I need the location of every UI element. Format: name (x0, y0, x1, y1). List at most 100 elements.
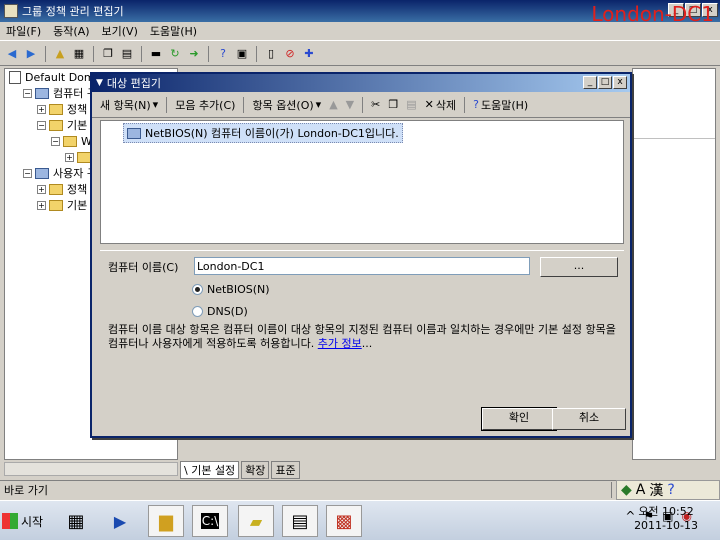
chevron-down-icon: ▾ (315, 98, 322, 111)
refresh-icon[interactable]: ↻ (167, 46, 183, 62)
dns-option[interactable]: DNS(D) (192, 305, 248, 318)
gpo-editor-icon (4, 4, 18, 18)
folder-icon (49, 199, 63, 211)
tab-preferences[interactable]: \ 기본 설정 (180, 461, 240, 479)
dialog-help-button[interactable]: ? 도움말(H) (473, 97, 528, 113)
details-pane[interactable] (632, 68, 716, 460)
taskbar: 시작 ▦ ▶ ▆ C:\ ▰ ▤ ▩ ^ ⚑ ▣ ◉ 오전 10:52 2011… (0, 500, 720, 540)
dialog-close-button[interactable]: x (613, 76, 627, 89)
export-icon[interactable]: ➜ (186, 46, 202, 62)
cancel-button[interactable]: 취소 (552, 408, 626, 430)
tree-item-label: 정책 (67, 183, 88, 196)
forward-arrow-icon[interactable]: ▶ (23, 46, 39, 62)
windows-logo-icon (2, 513, 18, 529)
gpo-management-icon[interactable]: ▤ (282, 505, 318, 537)
show-tree-icon[interactable]: ▦ (71, 46, 87, 62)
cut-icon[interactable]: ✂ (371, 98, 380, 111)
help-icon[interactable]: ? (215, 46, 231, 62)
collapse-icon[interactable]: − (23, 168, 32, 178)
menu-view[interactable]: 보기(V) (96, 23, 144, 39)
help-icon[interactable]: ? (667, 482, 674, 498)
toolbox-icon[interactable]: ▩ (326, 505, 362, 537)
policy-icon (9, 70, 21, 84)
dialog-title: 대상 편집기 (106, 77, 162, 90)
netbios-option[interactable]: NetBIOS(N) (192, 283, 270, 296)
item-description: 컴퓨터 이름 대상 항목은 컴퓨터 이름이 대상 항목의 지정된 컴퓨터 이름과… (108, 323, 618, 351)
collapse-icon[interactable]: − (51, 136, 60, 146)
details-pane-header (633, 69, 715, 139)
menu-action[interactable]: 동작(A) (47, 23, 95, 39)
copy-icon[interactable]: ❐ (100, 46, 116, 62)
help-icon: ? (473, 98, 479, 111)
expand-icon[interactable]: + (37, 104, 46, 114)
tree-item-label: 기본 (67, 119, 88, 132)
chevron-down-icon: ▾ (152, 98, 159, 111)
computer-name-input[interactable] (194, 257, 530, 275)
more-info-link[interactable]: 추가 정보 (318, 337, 362, 350)
stop-icon[interactable]: ⊘ (282, 46, 298, 62)
move-up-button[interactable]: ▲ (329, 98, 337, 111)
toolbar-separator (45, 45, 46, 62)
language-bar[interactable]: ◆ A 漢 ? (616, 480, 720, 500)
clock[interactable]: 오전 10:52 2011-10-13 (634, 505, 698, 533)
collapse-icon[interactable]: − (37, 120, 46, 130)
dialog-maximize-button[interactable]: □ (598, 76, 612, 89)
dialog-toolbar: 새 항목(N) ▾ 모음 추가(C) 항목 옵션(O) ▾ ▲ ▼ ✂ ❐ ▤ … (92, 92, 630, 118)
paste-icon[interactable]: ▤ (406, 98, 416, 111)
console-icon[interactable]: ▣ (234, 46, 250, 62)
expand-icon[interactable]: + (37, 184, 46, 194)
tab-standard[interactable]: 표준 (271, 461, 300, 479)
start-button[interactable]: 시작 (2, 509, 43, 533)
command-prompt-icon[interactable]: C:\ (192, 505, 228, 537)
server-manager-icon[interactable]: ▦ (58, 505, 94, 537)
print-icon[interactable]: ▬ (148, 46, 164, 62)
menu-help[interactable]: 도움말(H) (144, 23, 203, 39)
explorer-icon[interactable]: ▆ (148, 505, 184, 537)
more-info-suffix: ... (361, 337, 373, 350)
item-options-menu[interactable]: 항목 옵션(O) ▾ (252, 97, 321, 113)
notepad-icon[interactable]: ▰ (238, 505, 274, 537)
ime-mode-a[interactable]: A (636, 482, 646, 498)
status-bar: 바로 가기 (0, 480, 720, 498)
ime-icon[interactable]: ◆ (621, 482, 632, 498)
tree-scrollbar[interactable] (4, 462, 178, 476)
dns-label: DNS(D) (207, 305, 248, 318)
move-down-button[interactable]: ▼ (346, 98, 354, 111)
ok-button[interactable]: 확인 (481, 407, 557, 431)
tree-item-label: Default Dom (25, 70, 95, 84)
up-folder-icon[interactable]: ▲ (52, 46, 68, 62)
computer-icon (35, 87, 49, 99)
expand-icon[interactable]: + (65, 152, 74, 162)
toolbar-separator (141, 45, 142, 62)
tab-extended[interactable]: 확장 (241, 461, 270, 479)
add-icon[interactable]: ✚ (301, 46, 317, 62)
menu-bar: 파일(F) 동작(A) 보기(V) 도움말(H) (0, 22, 720, 41)
expand-icon[interactable]: + (37, 200, 46, 210)
dialog-minimize-button[interactable]: _ (583, 76, 597, 89)
add-collection-button[interactable]: 모음 추가(C) (175, 97, 235, 113)
item-options-label: 항목 옵션(O) (252, 98, 314, 112)
dialog-titlebar: ▼ 대상 편집기 (92, 74, 630, 92)
toolbar-separator (362, 96, 364, 113)
menu-file[interactable]: 파일(F) (0, 23, 47, 39)
netbios-radio[interactable] (192, 284, 203, 295)
toolbar-separator (93, 45, 94, 62)
back-arrow-icon[interactable]: ◀ (4, 46, 20, 62)
delete-button[interactable]: ✕ 삭제 (425, 97, 456, 113)
properties-icon[interactable]: ▤ (119, 46, 135, 62)
ime-mode-han[interactable]: 漢 (649, 480, 663, 500)
browse-button[interactable]: ... (540, 257, 618, 277)
new-item-menu[interactable]: 새 항목(N) ▾ (100, 97, 158, 113)
collapse-icon[interactable]: − (23, 88, 32, 98)
main-toolbar: ◀ ▶ ▲ ▦ ❐ ▤ ▬ ↻ ➜ ? ▣ ▯ ⊘ ✚ (0, 42, 720, 66)
copy-icon[interactable]: ❐ (388, 98, 398, 111)
powershell-icon[interactable]: ▶ (102, 505, 138, 537)
dns-radio[interactable] (192, 306, 203, 317)
computer-name-label: 컴퓨터 이름(C) (108, 261, 179, 274)
dialog-controls: _ □ x (583, 76, 627, 89)
document-icon[interactable]: ▯ (263, 46, 279, 62)
netbios-label: NetBIOS(N) (207, 283, 270, 296)
clock-time: 오전 10:52 (638, 505, 694, 518)
targeting-item[interactable]: NetBIOS(N) 컴퓨터 이름이(가) London-DC1입니다. (123, 123, 403, 143)
targeting-item-list[interactable]: NetBIOS(N) 컴퓨터 이름이(가) London-DC1입니다. (100, 120, 624, 244)
